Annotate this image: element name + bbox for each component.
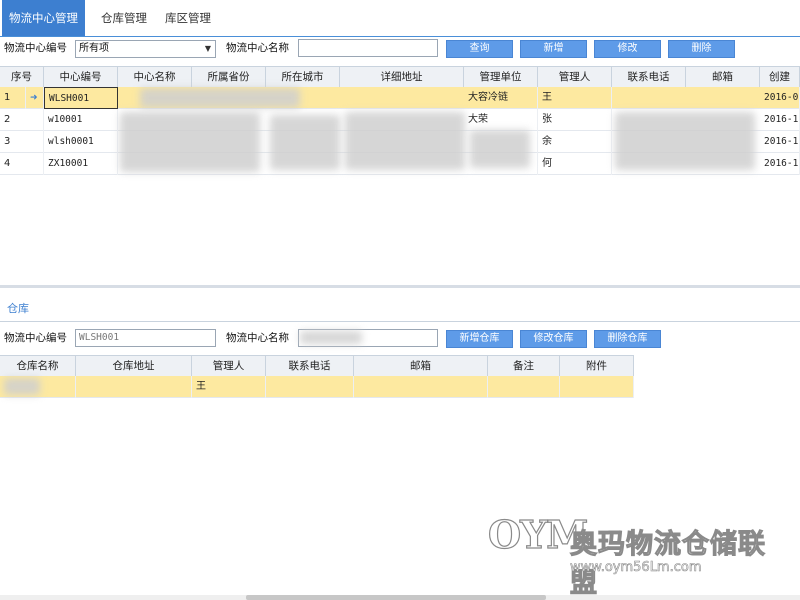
subtab-underline xyxy=(0,321,800,322)
manager-cell: 张 xyxy=(538,109,612,131)
manager-cell: 余 xyxy=(538,131,612,153)
table-row[interactable]: 王 xyxy=(0,376,634,398)
warehouse-address-cell xyxy=(76,376,192,398)
center-code-label: 物流中心编号 xyxy=(4,42,67,54)
note-cell xyxy=(488,376,560,398)
phone-cell xyxy=(266,376,354,398)
center-code-select[interactable]: 所有项 ▼ xyxy=(75,40,216,58)
query-button[interactable]: 查询 xyxy=(446,40,513,58)
col-header[interactable]: 邮箱 xyxy=(686,67,760,87)
horizontal-scrollbar[interactable] xyxy=(0,595,800,600)
center-name-label: 物流中心名称 xyxy=(226,332,289,344)
col-header[interactable]: 序号 xyxy=(0,67,44,87)
center-code-cell[interactable]: wlsh0001 xyxy=(44,131,118,153)
col-header[interactable]: 创建 xyxy=(760,67,800,87)
tab-logistics-center[interactable]: 物流中心管理 xyxy=(2,0,85,36)
col-header[interactable]: 中心编号 xyxy=(44,67,118,87)
current-row-arrow-icon: ➜ xyxy=(26,87,44,109)
center-code-cell[interactable]: w10001 xyxy=(44,109,118,131)
created-date-cell: 2016-1 xyxy=(760,131,800,153)
tab-zone-management[interactable]: 库区管理 xyxy=(158,0,218,36)
manager-cell: 何 xyxy=(538,153,612,175)
module-tab-bar: 物流中心管理 仓库管理 库区管理 xyxy=(0,0,800,37)
add-warehouse-button[interactable]: 新增仓库 xyxy=(446,330,513,348)
redacted-region xyxy=(345,112,465,170)
add-button[interactable]: 新增 xyxy=(520,40,587,58)
table-row[interactable]: 1 ➜ WLSH001 大容冷链 王 2016-0 xyxy=(0,87,800,109)
manager-cell: 王 xyxy=(192,376,266,398)
col-header[interactable]: 备注 xyxy=(488,356,560,376)
created-date-cell: 2016-1 xyxy=(760,109,800,131)
row-index: 1 xyxy=(0,87,26,109)
watermark-logo: OYM 奥玛物流仓储联盟 www.oym56Lm.com xyxy=(487,511,793,599)
scrollbar-thumb[interactable] xyxy=(246,595,546,600)
tab-warehouse-management[interactable]: 仓库管理 xyxy=(94,0,154,36)
delete-warehouse-button[interactable]: 删除仓库 xyxy=(594,330,661,348)
redacted-region xyxy=(615,112,755,170)
edit-warehouse-button[interactable]: 修改仓库 xyxy=(520,330,587,348)
center-code-cell[interactable]: WLSH001 xyxy=(44,87,118,109)
email-cell xyxy=(354,376,488,398)
col-header[interactable]: 所在城市 xyxy=(266,67,340,87)
col-header[interactable]: 管理人 xyxy=(192,356,266,376)
center-name-input[interactable] xyxy=(298,39,438,57)
attachment-cell xyxy=(560,376,634,398)
created-date-cell: 2016-1 xyxy=(760,153,800,175)
center-table-header: 序号 中心编号 中心名称 所属省份 所在城市 详细地址 管理单位 管理人 联系电… xyxy=(0,66,800,88)
row-index: 4 xyxy=(0,153,44,175)
col-header[interactable]: 邮箱 xyxy=(354,356,488,376)
manager-cell: 王 xyxy=(538,87,612,109)
unit-cell: 大荣 xyxy=(464,109,538,131)
col-header[interactable]: 所属省份 xyxy=(192,67,266,87)
panel-divider[interactable] xyxy=(0,285,800,288)
row-index: 3 xyxy=(0,131,44,153)
edit-button[interactable]: 修改 xyxy=(594,40,661,58)
redacted-region xyxy=(300,331,362,344)
col-header[interactable]: 中心名称 xyxy=(118,67,192,87)
redacted-region xyxy=(140,88,300,108)
redacted-region xyxy=(270,115,340,170)
center-code-label: 物流中心编号 xyxy=(4,332,67,344)
col-header[interactable]: 详细地址 xyxy=(340,67,464,87)
col-header[interactable]: 联系电话 xyxy=(612,67,686,87)
tab-warehouse[interactable]: 仓库 xyxy=(4,297,32,321)
col-header[interactable]: 管理人 xyxy=(538,67,612,87)
warehouse-table-header: 仓库名称 仓库地址 管理人 联系电话 邮箱 备注 附件 xyxy=(0,355,634,377)
row-index: 2 xyxy=(0,109,44,131)
chevron-down-icon: ▼ xyxy=(204,44,211,53)
center-code-readonly-input[interactable]: WLSH001 xyxy=(75,329,216,347)
col-header[interactable]: 仓库名称 xyxy=(0,356,76,376)
center-code-select-value: 所有项 xyxy=(79,43,109,54)
col-header[interactable]: 管理单位 xyxy=(464,67,538,87)
watermark-url: www.oym56Lm.com xyxy=(570,560,702,576)
created-date-cell: 2016-0 xyxy=(760,87,800,109)
col-header[interactable]: 附件 xyxy=(560,356,634,376)
col-header[interactable]: 联系电话 xyxy=(266,356,354,376)
center-code-cell[interactable]: ZX10001 xyxy=(44,153,118,175)
unit-cell: 大容冷链 xyxy=(464,87,538,109)
col-header[interactable]: 仓库地址 xyxy=(76,356,192,376)
redacted-region xyxy=(470,130,530,168)
center-name-label: 物流中心名称 xyxy=(226,42,289,54)
delete-button[interactable]: 删除 xyxy=(668,40,735,58)
redacted-region xyxy=(4,378,40,395)
redacted-region xyxy=(120,112,260,172)
